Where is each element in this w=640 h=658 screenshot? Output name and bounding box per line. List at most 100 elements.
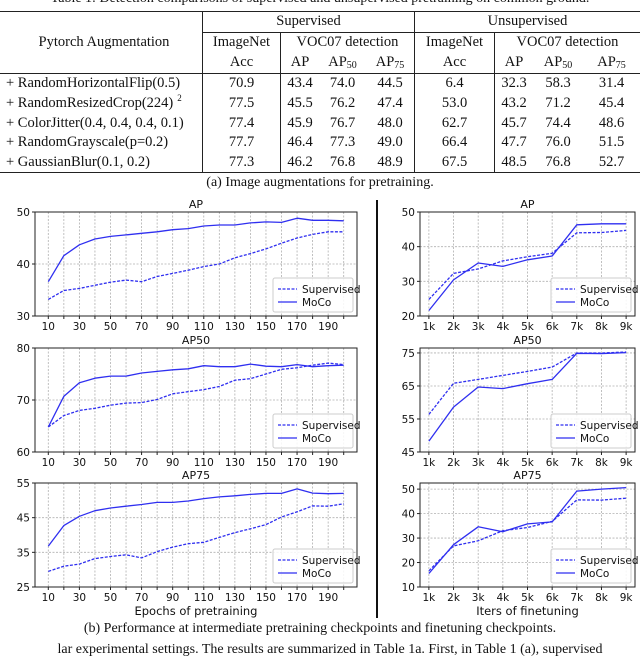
x-tick-label: 50 [104, 321, 117, 333]
x-tick-label: 170 [287, 321, 307, 333]
x-tick-label: 1k [422, 321, 436, 333]
y-tick-label: 20 [402, 558, 415, 570]
x-tick-label: 150 [256, 457, 276, 469]
y-tick-label: 35 [17, 547, 30, 559]
x-tick-label: 1k [422, 457, 436, 469]
x-tick-label: 10 [42, 321, 55, 333]
x-axis-label: Epochs of pretraining [134, 604, 257, 618]
x-tick-label: 3k [472, 321, 486, 333]
y-tick-label: 55 [402, 414, 415, 426]
figure-divider [376, 200, 378, 618]
x-tick-label: 10 [42, 592, 55, 604]
x-tick-label: 5k [521, 592, 535, 604]
y-tick-label: 60 [17, 447, 30, 459]
x-tick-label: 9k [620, 457, 634, 469]
x-tick-label: 8k [595, 457, 609, 469]
legend-label: Supervised [302, 284, 361, 296]
y-tick-label: 40 [402, 242, 415, 254]
x-tick-label: 9k [620, 592, 634, 604]
x-tick-label: 70 [135, 321, 148, 333]
chart-title: AP50 [513, 334, 541, 347]
x-tick-label: 130 [225, 321, 245, 333]
chart-title: AP50 [182, 334, 210, 347]
body-text: lar experimental settings. The results a… [0, 642, 640, 658]
chart-epochs-ap: AP 30 40 50 10 30 50 70 90 110 130 150 170 190 Supervi… [17, 198, 361, 333]
x-tick-label: 70 [135, 592, 148, 604]
x-tick-label: 190 [318, 592, 338, 604]
legend-label: MoCo [302, 297, 331, 309]
legend: SupervisedMoCo [273, 414, 361, 448]
y-tick-label: 50 [402, 207, 415, 219]
x-tick-label: 7k [570, 592, 584, 604]
x-tick-label: 2k [447, 592, 461, 604]
y-tick-label: 20 [402, 311, 415, 323]
x-tick-label: 130 [225, 457, 245, 469]
y-tick-label: 80 [17, 343, 30, 355]
x-tick-label: 1k [422, 592, 436, 604]
chart-title: AP [520, 198, 535, 211]
legend-label: Supervised [580, 420, 639, 432]
x-tick-label: 5k [521, 457, 535, 469]
x-tick-label: 10 [42, 457, 55, 469]
charts-figure: AP 30 40 50 10 30 50 70 90 110 130 150 170 190 Supervi… [0, 0, 640, 655]
x-tick-label: 30 [73, 457, 86, 469]
x-tick-label: 70 [135, 457, 148, 469]
legend: SupervisedMoCo [551, 549, 639, 583]
x-tick-label: 7k [570, 457, 584, 469]
y-tick-label: 40 [17, 259, 30, 271]
x-tick-label: 8k [595, 592, 609, 604]
x-tick-label: 4k [496, 592, 510, 604]
x-axis-label: Iters of finetuning [476, 604, 579, 618]
legend-label: Supervised [580, 284, 639, 296]
legend-label: MoCo [302, 568, 331, 580]
y-tick-label: 50 [17, 207, 30, 219]
y-tick-label: 75 [402, 348, 415, 360]
legend: SupervisedMoCo [273, 549, 361, 583]
legend-label: Supervised [302, 420, 361, 432]
legend: SupervisedMoCo [273, 278, 361, 312]
x-tick-label: 30 [73, 321, 86, 333]
y-tick-label: 55 [17, 478, 30, 490]
x-tick-label: 8k [595, 321, 609, 333]
x-tick-label: 6k [546, 592, 560, 604]
chart-iters-ap75: AP7510203040501k2k3k4k5k6k7k8k9kIters of… [402, 469, 639, 618]
x-tick-label: 30 [73, 592, 86, 604]
y-tick-label: 25 [17, 582, 30, 594]
x-tick-label: 170 [287, 457, 307, 469]
legend: SupervisedMoCo [551, 414, 639, 448]
x-tick-label: 6k [546, 457, 560, 469]
x-tick-label: 150 [256, 592, 276, 604]
y-tick-label: 45 [402, 447, 415, 459]
x-tick-label: 150 [256, 321, 276, 333]
x-tick-label: 90 [166, 321, 179, 333]
legend-label: Supervised [302, 555, 361, 567]
x-tick-label: 190 [318, 321, 338, 333]
y-tick-label: 45 [17, 513, 30, 525]
x-tick-label: 110 [194, 457, 214, 469]
x-tick-label: 110 [194, 321, 214, 333]
x-tick-label: 5k [521, 321, 535, 333]
caption-b: (b) Performance at intermediate pretrain… [0, 621, 640, 637]
x-tick-label: 170 [287, 592, 307, 604]
y-tick-label: 30 [402, 276, 415, 288]
x-tick-label: 130 [225, 592, 245, 604]
x-tick-label: 4k [496, 457, 510, 469]
chart-title: AP [189, 198, 204, 211]
x-tick-label: 90 [166, 592, 179, 604]
chart-iters-ap: AP203040501k2k3k4k5k6k7k8k9kSupervisedMo… [402, 198, 639, 333]
x-tick-label: 90 [166, 457, 179, 469]
y-tick-label: 50 [402, 484, 415, 496]
y-tick-label: 30 [17, 311, 30, 323]
legend-label: MoCo [580, 297, 609, 309]
x-tick-label: 4k [496, 321, 510, 333]
legend-label: MoCo [302, 433, 331, 445]
legend-label: MoCo [580, 433, 609, 445]
legend-label: Supervised [580, 555, 639, 567]
series-line-moco [48, 218, 343, 282]
y-tick-label: 30 [402, 533, 415, 545]
chart-title: AP75 [513, 469, 541, 482]
y-tick-label: 10 [402, 582, 415, 594]
x-tick-label: 2k [447, 321, 461, 333]
chart-epochs-ap50: AP506070801030507090110130150170190Super… [17, 334, 361, 469]
chart-title: AP75 [182, 469, 210, 482]
